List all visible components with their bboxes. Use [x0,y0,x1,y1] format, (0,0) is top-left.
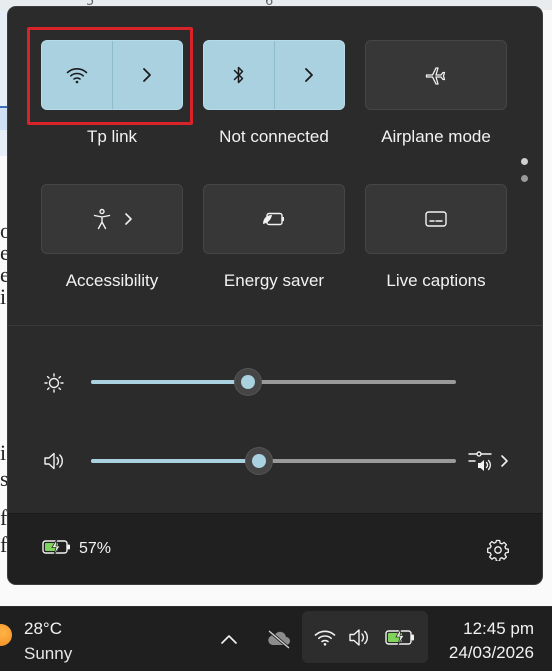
gear-icon[interactable] [487,539,509,561]
background-text-fragment: i [0,440,7,465]
chevron-right-icon [304,67,314,83]
brightness-slider-thumb[interactable] [234,369,261,395]
system-tray-button[interactable] [302,611,428,663]
volume-slider[interactable] [91,459,456,463]
quick-settings-panel: Tp link Not connected Airplane mode Acce… [8,7,542,584]
sun-icon [0,624,12,646]
chevron-up-icon[interactable] [220,633,238,645]
accessibility-tile[interactable] [41,184,183,254]
energy-saver-tile[interactable] [203,184,345,254]
weather-temperature: 28°C [24,619,62,638]
live-captions-icon [425,211,447,227]
battery-status-button[interactable] [42,538,72,556]
onedrive-offline-icon[interactable] [266,629,292,649]
energy-saver-icon [261,210,287,228]
chevron-right-icon [124,212,133,226]
accessibility-tile-label: Accessibility [65,271,159,290]
battery-charging-icon [42,538,72,556]
energy-saver-tile-label: Energy saver [223,271,325,290]
volume-slider-thumb[interactable] [245,448,272,474]
weather-condition: Sunny [24,644,73,663]
background-text-fragment: f [0,532,8,557]
page-dot-active[interactable] [521,158,528,165]
clock-date: 24/03/2026 [448,643,534,662]
taskbar-clock[interactable]: 12:45 pm 24/03/2026 [436,612,548,664]
bluetooth-toggle-button[interactable] [204,41,275,109]
bluetooth-tile-label: Not connected [219,127,329,146]
airplane-mode-tile[interactable] [365,40,507,110]
background-left-band [0,10,8,156]
brightness-icon [44,373,64,393]
sound-output-button[interactable] [468,450,509,472]
page-indicator [521,158,528,192]
speaker-icon [43,451,65,471]
speaker-icon [348,628,370,647]
background-text-fragment: i [0,284,7,309]
airplane-mode-tile-label: Airplane mode [381,127,491,146]
live-captions-tile-label: Live captions [386,271,486,290]
airplane-icon [425,65,447,85]
bluetooth-tile [203,40,345,110]
clock-time: 12:45 pm [463,619,534,638]
wifi-icon [314,629,336,646]
brightness-slider[interactable] [91,380,456,384]
live-captions-tile[interactable] [365,184,507,254]
quick-settings-sliders-area [8,325,542,514]
brightness-slider-fill [91,380,248,384]
battery-charging-icon [385,627,417,647]
chevron-right-icon [500,454,509,468]
battery-percentage: 57% [79,540,112,557]
weather-widget[interactable]: 28°C Sunny [0,607,90,671]
wifi-tile-label: Tp link [86,127,138,146]
bluetooth-icon [232,65,246,85]
bluetooth-expand-button[interactable] [275,41,345,109]
volume-slider-fill [91,459,259,463]
page-dot[interactable] [521,175,528,182]
background-text-fragment: f [0,505,8,530]
keyboard-focus-highlight [27,27,193,125]
sound-mixer-icon [468,450,494,472]
accessibility-icon [92,208,112,230]
